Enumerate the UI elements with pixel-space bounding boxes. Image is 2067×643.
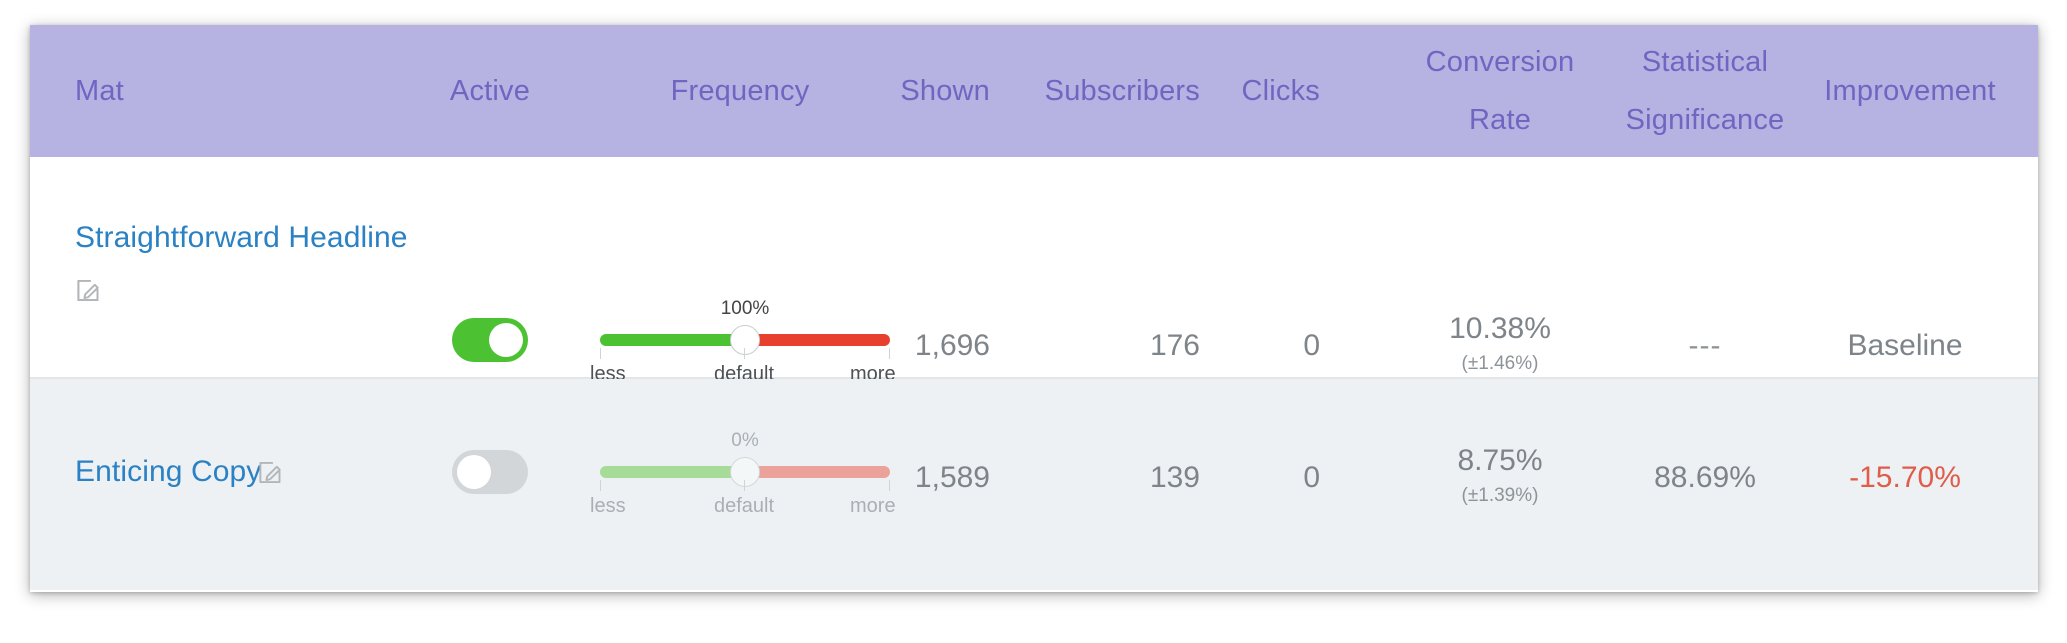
slider-tick-default — [744, 348, 745, 359]
cell-clicks: 0 — [1303, 329, 1320, 362]
slider-tick-less — [600, 480, 601, 491]
edit-pencil-square-icon[interactable] — [75, 277, 102, 304]
column-header-improvement: Improvement — [1824, 75, 1996, 107]
toggle-knob — [457, 455, 491, 489]
column-header-active: Active — [449, 75, 531, 107]
cell-clicks: 0 — [1303, 461, 1320, 494]
slider-label-less: less — [590, 495, 626, 517]
table-row: Straightforward Headline 100% less defau… — [30, 157, 2038, 385]
slider-tick-default — [744, 480, 745, 491]
variation-name-link[interactable]: Straightforward Headline — [75, 221, 408, 255]
cell-improvement: -15.70% — [1849, 461, 1961, 494]
ab-test-variations-card: Mat Active Frequency Shown Subscribers C… — [30, 25, 2038, 592]
slider-label-default: default — [713, 495, 775, 517]
edit-pencil-square-icon[interactable] — [257, 459, 284, 486]
page-root: Mat Active Frequency Shown Subscribers C… — [0, 0, 2067, 643]
column-header-subscribers: Subscribers — [1044, 75, 1200, 107]
toggle-knob — [489, 323, 523, 357]
slider-thumb[interactable] — [730, 457, 760, 487]
slider-track-left — [600, 466, 745, 478]
frequency-value-label: 0% — [731, 430, 759, 451]
active-toggle[interactable] — [452, 450, 528, 494]
column-header-mat: Mat — [75, 75, 124, 107]
variation-name-link[interactable]: Enticing Copy — [75, 455, 261, 489]
cell-subscribers: 139 — [1149, 461, 1200, 494]
slider-tick-less — [600, 348, 601, 359]
slider-thumb[interactable] — [730, 325, 760, 355]
frequency-value-label: 100% — [720, 298, 770, 319]
column-header-clicks: Clicks — [1241, 75, 1320, 107]
slider-track-left — [600, 334, 745, 346]
cell-shown: 1,696 — [914, 329, 990, 362]
column-header-shown: Shown — [900, 75, 990, 107]
slider-label-more: more — [850, 495, 896, 517]
cell-subscribers: 176 — [1149, 329, 1200, 362]
cell-shown: 1,589 — [914, 461, 990, 494]
active-toggle[interactable] — [452, 318, 528, 362]
table-header-row: Mat Active Frequency Shown Subscribers C… — [30, 25, 2038, 157]
cell-improvement: Baseline — [1847, 329, 1963, 362]
table-row: Enticing Copy 0% less default more 1,589… — [30, 379, 2038, 590]
